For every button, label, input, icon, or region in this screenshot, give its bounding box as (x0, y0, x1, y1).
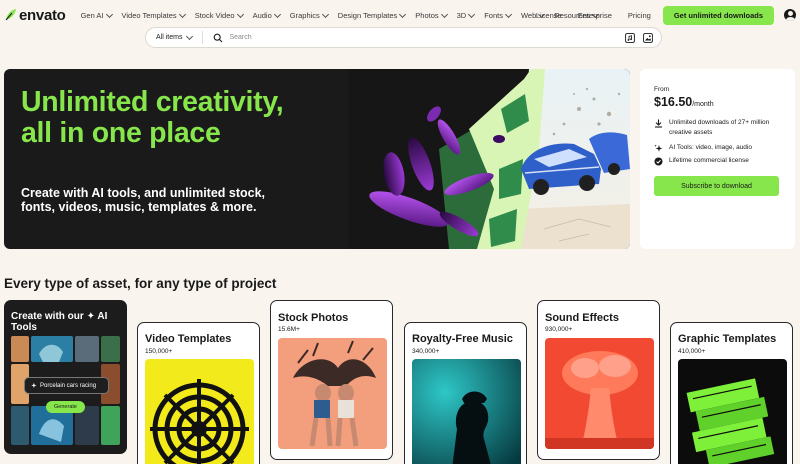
ai-card-title: Create with our ✦ AI Tools (11, 311, 108, 333)
video-templates-thumbnail (145, 359, 254, 464)
nav-item-stock-video[interactable]: Stock Video (190, 10, 248, 20)
leaf-icon (5, 9, 16, 21)
nav-item-label: Graphics (289, 10, 320, 20)
nav-item-audio[interactable]: Audio (248, 10, 285, 20)
card-count: 930,000+ (545, 326, 573, 333)
nav-item-label: Gen AI (80, 10, 104, 20)
nav-item-label: Design Templates (337, 10, 398, 20)
nav-right: License Enterprise Pricing Get unlimited… (528, 0, 796, 30)
hero-banner[interactable]: Unlimited creativity, all in one place C… (4, 69, 630, 249)
card-title: Stock Photos (278, 312, 349, 324)
category-card-royalty-free-music[interactable]: Royalty-Free Music 340,000+ (404, 322, 527, 464)
license-link[interactable]: License (528, 11, 570, 20)
search-bar: All items (145, 27, 662, 48)
nav-item-label: 3D (456, 10, 467, 20)
chevron-down-icon (186, 32, 194, 41)
nav-menu: Gen AI Video Templates Stock Video Audio… (76, 10, 604, 20)
chevron-down-icon (468, 10, 476, 18)
chevron-down-icon (178, 10, 186, 18)
hero-title: Unlimited creativity, all in one place (21, 86, 284, 149)
chevron-down-icon (440, 10, 448, 18)
chevron-down-icon (504, 10, 513, 18)
nav-item-label: Audio (252, 10, 272, 20)
graphic-templates-thumbnail (678, 359, 787, 464)
chevron-down-icon (399, 10, 407, 18)
price-amount: $16.50 (654, 95, 693, 109)
category-card-stock-photos[interactable]: Stock Photos 15.6M+ (270, 300, 393, 460)
category-dropdown[interactable]: All items (146, 31, 204, 44)
sound-effects-thumbnail (545, 338, 654, 449)
nav-item-photos[interactable]: Photos (410, 10, 451, 20)
pricing-link[interactable]: Pricing (620, 11, 659, 20)
card-title: Video Templates (145, 333, 232, 345)
image-search-icon[interactable] (643, 32, 653, 43)
search-input[interactable] (223, 34, 625, 41)
chevron-down-icon (273, 10, 281, 18)
category-card-graphic-templates[interactable]: Graphic Templates 410,000+ (670, 322, 793, 464)
hero-artwork (349, 69, 630, 249)
ai-tools-card[interactable]: Create with our ✦ AI Tools Porcelain car… (4, 300, 127, 454)
feature-text: Unlimited downloads of 27+ million creat… (669, 119, 770, 136)
card-title: Sound Effects (545, 312, 619, 324)
hero-subtitle: Create with AI tools, and unlimited stoc… (21, 186, 266, 214)
nav-item-label: Stock Video (194, 10, 235, 20)
account-icon[interactable] (784, 9, 796, 21)
card-title: Royalty-Free Music (412, 333, 513, 345)
feature-text: Lifetime commercial license (669, 157, 749, 164)
price-from-label: From (654, 86, 670, 93)
audio-search-icon[interactable] (625, 32, 635, 43)
section-title: Every type of asset, for any type of pro… (4, 276, 277, 291)
royalty-free-music-thumbnail (412, 359, 521, 464)
category-card-sound-effects[interactable]: Sound Effects 930,000+ (537, 300, 660, 460)
nav-item-label: Photos (415, 10, 439, 20)
ai-prompt-text: Porcelain cars racing (40, 382, 97, 389)
category-card-video-templates[interactable]: Video Templates 150,000+ (137, 322, 260, 464)
nav-item-label: Fonts (484, 10, 503, 20)
search-icon (214, 33, 223, 42)
feature-text: AI Tools: video, image, audio (669, 144, 752, 151)
feature-ai-tools: AI Tools: video, image, audio (654, 143, 782, 153)
price-value: $16.50/month (654, 95, 714, 109)
chevron-down-icon (236, 10, 244, 18)
badge-check-icon (654, 157, 663, 166)
pricing-card: From $16.50/month Unlimited downloads of… (640, 69, 795, 249)
nav-item-gen-ai[interactable]: Gen AI (76, 10, 117, 20)
nav-item-3d[interactable]: 3D (452, 10, 480, 20)
top-nav: envato Gen AI Video Templates Stock Vide… (0, 0, 800, 30)
card-count: 340,000+ (412, 348, 440, 355)
card-count: 410,000+ (678, 348, 706, 355)
stock-photos-thumbnail (278, 338, 387, 449)
nav-item-fonts[interactable]: Fonts (479, 10, 516, 20)
feature-unlimited-downloads: Unlimited downloads of 27+ million creat… (654, 118, 782, 138)
category-label: All items (156, 34, 183, 41)
subscribe-button[interactable]: Subscribe to download (654, 176, 779, 196)
logo-text: envato (19, 6, 66, 24)
chevron-down-icon (105, 10, 113, 18)
card-count: 15.6M+ (278, 326, 300, 333)
nav-item-video-templates[interactable]: Video Templates (117, 10, 190, 20)
sparkle-icon (654, 144, 663, 152)
nav-item-graphics[interactable]: Graphics (285, 10, 333, 20)
generate-button[interactable]: Generate (46, 401, 85, 413)
sparkle-icon (31, 382, 37, 389)
nav-item-design-templates[interactable]: Design Templates (333, 10, 410, 20)
enterprise-link[interactable]: Enterprise (570, 11, 620, 20)
card-title: Graphic Templates (678, 333, 777, 345)
ai-prompt-box[interactable]: Porcelain cars racing (24, 377, 109, 394)
envato-logo[interactable]: envato (4, 7, 66, 24)
price-period: /month (692, 101, 714, 108)
get-unlimited-downloads-button[interactable]: Get unlimited downloads (662, 5, 774, 25)
chevron-down-icon (321, 10, 329, 18)
download-icon (655, 119, 662, 128)
feature-license: Lifetime commercial license (654, 156, 782, 166)
card-count: 150,000+ (145, 348, 173, 355)
nav-item-label: Video Templates (121, 10, 177, 20)
